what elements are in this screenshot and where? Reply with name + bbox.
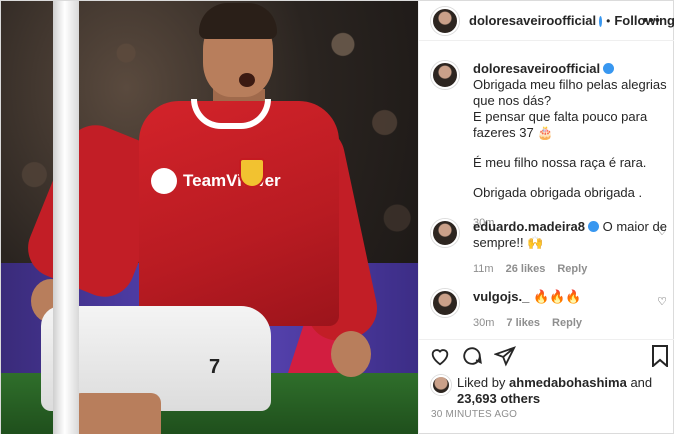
- likes-summary: Liked by ahmedabohashima and 23,693 othe…: [431, 375, 652, 407]
- verified-badge-icon: [599, 16, 603, 27]
- liker-avatar[interactable]: [431, 375, 451, 395]
- comment-avatar[interactable]: [431, 219, 459, 247]
- sponsor-text: TeamViewer: [183, 171, 281, 190]
- comment-body: vulgojs._ 🔥🔥🔥 30m 7 likes Reply: [473, 289, 669, 331]
- author-username[interactable]: doloresaveiroofficial: [469, 13, 596, 28]
- comment-age: 30m: [473, 317, 495, 329]
- player-right-hand: [331, 331, 371, 377]
- reply-button[interactable]: Reply: [557, 261, 587, 277]
- instagram-post: TeamViewer 7 doloresaveiroofficial • Fol…: [0, 0, 674, 434]
- comment-username[interactable]: vulgojs._: [473, 289, 529, 304]
- post-header: doloresaveiroofficial • Following •••: [419, 1, 674, 41]
- comment-avatar[interactable]: [431, 289, 459, 317]
- caption-line: Obrigada meu filho pelas alegrias que no…: [473, 77, 667, 108]
- player-jersey: [139, 101, 339, 326]
- liker-username[interactable]: ahmedabohashima: [509, 375, 627, 390]
- comment-icon[interactable]: [461, 345, 483, 371]
- caption-line: Obrigada obrigada obrigada .: [473, 185, 643, 200]
- likes-text: Liked by ahmedabohashima and 23,693 othe…: [457, 375, 652, 407]
- comment-username[interactable]: eduardo.madeira8: [473, 219, 585, 234]
- caption-avatar[interactable]: [431, 61, 459, 89]
- heart-icon[interactable]: [429, 345, 451, 371]
- likes-prefix: Liked by: [457, 375, 506, 390]
- caption-line: E pensar que falta pouco para fazeres 37…: [473, 109, 648, 140]
- likes-count[interactable]: 23,693 others: [457, 391, 540, 406]
- comment-heart-icon[interactable]: ♡: [657, 295, 667, 308]
- corner-flag-pole: [53, 1, 79, 434]
- action-bar: [419, 339, 674, 373]
- post-photo[interactable]: TeamViewer 7: [1, 1, 418, 434]
- comment-meta: 30m 7 likes Reply: [473, 315, 669, 331]
- comment-meta: 11m 26 likes Reply: [473, 261, 669, 277]
- comment: eduardo.madeira8 O maior de sempre!! 🙌 1…: [431, 219, 671, 277]
- comment-text: 🔥🔥🔥: [532, 289, 582, 304]
- caption-body: doloresaveiroofficial Obrigada meu filho…: [473, 61, 669, 231]
- club-crest-icon: [239, 158, 265, 188]
- verified-badge-icon: [603, 63, 615, 74]
- sponsor-logo-icon: [151, 168, 177, 194]
- comment: vulgojs._ 🔥🔥🔥 30m 7 likes Reply ♡: [431, 289, 671, 331]
- player-leg: [71, 393, 161, 434]
- player-mouth: [239, 73, 255, 87]
- comment-age: 11m: [473, 263, 494, 275]
- caption-username[interactable]: doloresaveiroofficial: [473, 61, 600, 76]
- reply-button[interactable]: Reply: [552, 315, 582, 331]
- author-avatar[interactable]: [431, 6, 459, 35]
- header-separator: •: [606, 13, 611, 28]
- bookmark-icon[interactable]: [651, 345, 669, 371]
- post-timestamp[interactable]: 30 MINUTES AGO: [431, 409, 517, 420]
- comment-heart-icon[interactable]: ♡: [657, 225, 667, 238]
- player-hair: [199, 3, 277, 39]
- comment-likes[interactable]: 7 likes: [506, 315, 540, 331]
- caption-line: É meu filho nossa raça é rara.: [473, 155, 647, 170]
- verified-badge-icon: [588, 221, 599, 232]
- caption: doloresaveiroofficial Obrigada meu filho…: [431, 61, 671, 231]
- more-horizontal-icon[interactable]: •••: [642, 12, 661, 29]
- likes-joiner: and: [630, 375, 653, 390]
- shorts-number: 7: [209, 356, 221, 378]
- post-side-panel: doloresaveiroofficial • Following ••• do…: [418, 1, 674, 434]
- comment-body: eduardo.madeira8 O maior de sempre!! 🙌 1…: [473, 219, 669, 277]
- comment-likes[interactable]: 26 likes: [506, 261, 546, 277]
- share-icon[interactable]: [493, 345, 516, 371]
